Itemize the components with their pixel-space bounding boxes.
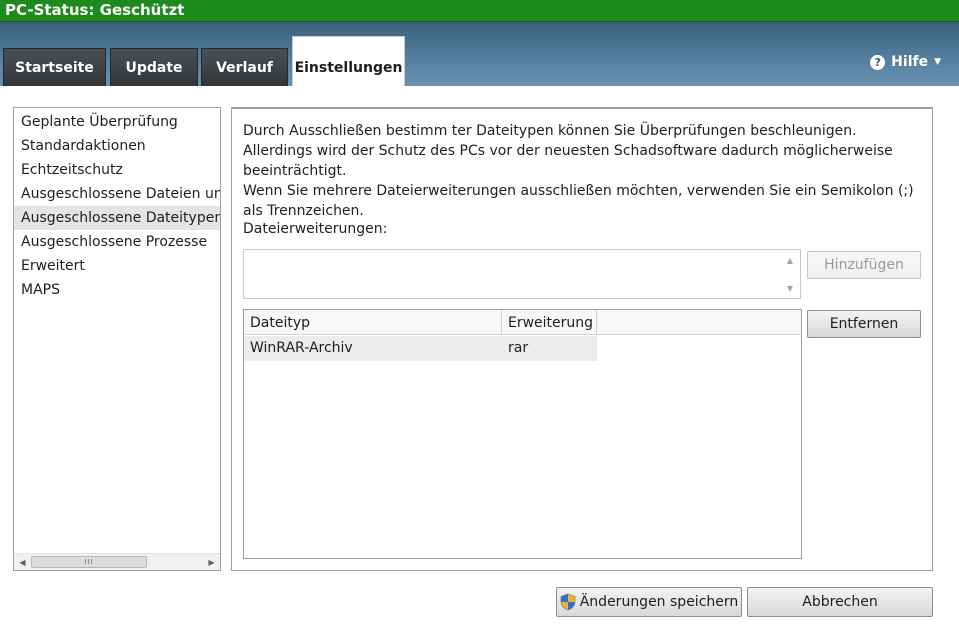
tab-verlauf[interactable]: Verlauf bbox=[201, 48, 288, 86]
column-header-erweiterung[interactable]: Erweiterung bbox=[502, 310, 597, 334]
description-text: Durch Ausschließen bestimm ter Dateitype… bbox=[243, 121, 923, 221]
save-changes-button[interactable]: Änderungen speichern bbox=[556, 587, 742, 617]
nav-item-ausgeschlossene-dateitypen[interactable]: Ausgeschlossene Dateitypen bbox=[14, 206, 220, 230]
save-changes-label: Änderungen speichern bbox=[579, 594, 739, 610]
uac-shield-icon bbox=[560, 593, 576, 611]
column-header-empty bbox=[597, 310, 801, 334]
table-header: Dateityp Erweiterung bbox=[244, 310, 801, 335]
window-title: PC-Status: Geschützt bbox=[0, 0, 959, 22]
question-circle-icon: ? bbox=[870, 54, 886, 70]
header-bar: Startseite Update Verlauf Einstellungen … bbox=[0, 22, 959, 86]
tab-label: Einstellungen bbox=[294, 59, 403, 76]
extensions-label: Dateierweiterungen: bbox=[243, 221, 388, 237]
nav-item-erweitert[interactable]: Erweitert bbox=[14, 254, 220, 278]
scroll-down-icon[interactable]: ▼ bbox=[780, 281, 800, 295]
extensions-value bbox=[244, 250, 800, 258]
description-paragraph-1: Durch Ausschließen bestimm ter Dateitype… bbox=[243, 123, 893, 179]
nav-item-ausgeschlossene-prozesse[interactable]: Ausgeschlossene Prozesse bbox=[14, 230, 220, 254]
remove-button[interactable]: Entfernen bbox=[807, 310, 921, 338]
settings-content: Durch Ausschließen bestimm ter Dateitype… bbox=[231, 107, 933, 571]
table-row[interactable]: WinRAR-Archiv rar bbox=[244, 336, 597, 361]
nav-item-geplante-ueberpruefung[interactable]: Geplante Überprüfung bbox=[14, 110, 220, 134]
tab-startseite[interactable]: Startseite bbox=[3, 48, 106, 86]
nav-item-ausgeschlossene-dateien[interactable]: Ausgeschlossene Dateien und bbox=[14, 182, 220, 206]
column-header-dateityp[interactable]: Dateityp bbox=[244, 310, 502, 334]
nav-item-standardaktionen[interactable]: Standardaktionen bbox=[14, 134, 220, 158]
tab-label: Startseite bbox=[15, 59, 94, 76]
help-menu[interactable]: ? Hilfe ▼ bbox=[870, 54, 941, 70]
tab-einstellungen[interactable]: Einstellungen bbox=[292, 36, 405, 86]
scroll-up-icon[interactable]: ▲ bbox=[780, 253, 800, 267]
chevron-down-icon: ▼ bbox=[934, 57, 941, 67]
cell-erweiterung: rar bbox=[508, 340, 529, 356]
help-label: Hilfe bbox=[891, 54, 929, 70]
scroll-left-icon[interactable]: ◀ bbox=[14, 554, 31, 570]
add-button[interactable]: Hinzufügen bbox=[807, 251, 921, 279]
nav-item-maps[interactable]: MAPS bbox=[14, 278, 220, 302]
extensions-input[interactable]: ▲ ▼ bbox=[243, 249, 801, 299]
tab-label: Update bbox=[125, 59, 183, 76]
settings-nav: Geplante Überprüfung Standardaktionen Ec… bbox=[13, 107, 221, 571]
description-paragraph-2: Wenn Sie mehrere Dateierweiterungen auss… bbox=[243, 183, 914, 219]
nav-item-echtzeitschutz[interactable]: Echtzeitschutz bbox=[14, 158, 220, 182]
nav-list: Geplante Überprüfung Standardaktionen Ec… bbox=[14, 108, 220, 302]
scroll-right-icon[interactable]: ▶ bbox=[203, 554, 220, 570]
vertical-scrollbar[interactable]: ▲ ▼ bbox=[780, 250, 800, 298]
excluded-types-table: Dateityp Erweiterung WinRAR-Archiv rar bbox=[243, 309, 802, 559]
cell-dateityp: WinRAR-Archiv bbox=[250, 340, 353, 356]
horizontal-scrollbar[interactable]: ◀ III ▶ bbox=[14, 553, 220, 570]
scrollbar-thumb[interactable]: III bbox=[31, 556, 147, 568]
cancel-button[interactable]: Abbrechen bbox=[747, 587, 933, 617]
tab-label: Verlauf bbox=[216, 59, 273, 76]
tab-update[interactable]: Update bbox=[110, 48, 198, 86]
